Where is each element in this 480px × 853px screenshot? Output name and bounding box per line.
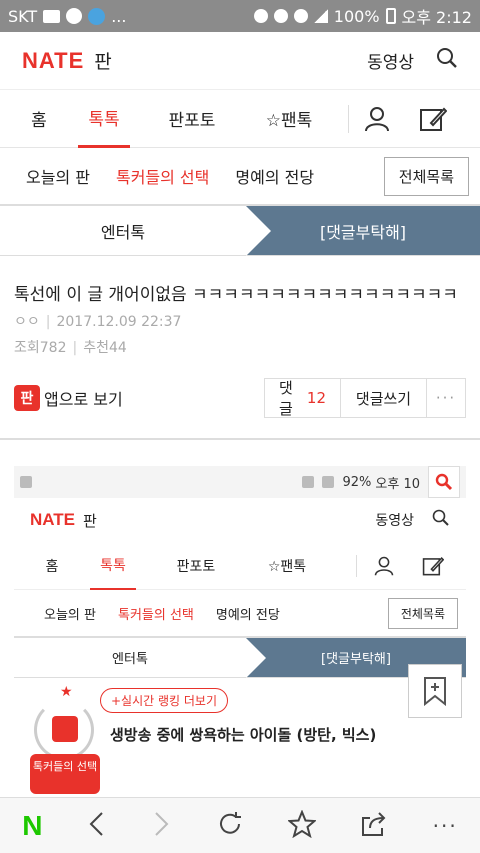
embedded-subtab-hall-of-fame: 명예의 전당 <box>215 607 280 623</box>
embedded-header: NATE 판 동영상 <box>14 498 466 542</box>
write-comment-button[interactable]: 댓글쓰기 <box>341 379 427 417</box>
write-icon[interactable] <box>405 90 461 148</box>
tab-home[interactable]: 홈 <box>0 90 78 148</box>
embedded-status-bar: 92% 오후 10 <box>14 466 466 498</box>
embedded-sub-tabs: 오늘의 판 톡커들의 선택 명예의 전당 전체목록 <box>14 590 466 638</box>
wifi-icon <box>293 9 308 23</box>
embedded-search-icon <box>428 466 460 498</box>
back-arrow-icon[interactable] <box>87 810 107 842</box>
bookmark-add-button[interactable] <box>408 664 462 718</box>
embedded-user-icon <box>357 556 411 576</box>
tab-fantok[interactable]: ☆팬톡 <box>254 90 324 148</box>
embedded-tab-panphoto: 판포토 <box>176 558 216 575</box>
subtab-talkers-choice[interactable]: 톡커들의 선택 <box>116 164 209 188</box>
embedded-pann-label: 판 <box>83 511 97 530</box>
embedded-write-icon <box>411 555 455 577</box>
battery-percent: 100% <box>333 6 380 26</box>
star-bookmark-icon[interactable] <box>286 808 317 842</box>
talk-icon <box>66 8 83 24</box>
nate-logo[interactable]: NATE <box>22 48 84 74</box>
embedded-tab-home: 홈 <box>45 558 59 575</box>
battery-icon <box>385 8 396 24</box>
category-bar: 엔터톡 [댓글부탁해] <box>0 206 480 256</box>
all-list-button[interactable]: 전체목록 <box>383 156 469 196</box>
category-entertalk[interactable]: 엔터톡 <box>0 206 246 255</box>
star-icon: ★ <box>60 684 73 700</box>
sub-tabs: 오늘의 판 톡커들의 선택 명예의 전당 전체목록 <box>0 148 480 206</box>
post-image-screenshot: 92% 오후 10 NATE 판 동영상 홈 톡톡 판포토 ☆팬톡 오늘의 판 … <box>14 466 466 806</box>
realtime-ranking-button: +실시간 랭킹 더보기 <box>100 688 229 713</box>
more-notifications: ... <box>111 6 127 26</box>
signal-icon <box>313 9 328 23</box>
tab-panphoto[interactable]: 판포토 <box>130 90 254 148</box>
thumbs-up-icon <box>52 716 78 742</box>
post-meta: ㅇㅇ | 2017.12.09 22:37 <box>14 314 182 330</box>
ranking-title: 생방송 중에 쌍욕하는 아이돌 (방탄, 빅스) <box>110 726 377 744</box>
more-menu-icon[interactable]: ··· <box>433 814 458 838</box>
app-notification-icon <box>88 7 106 25</box>
embedded-ranking-section: ★ 톡커들의 선택 +실시간 랭킹 더보기 생방송 중에 쌍욕하는 아이돌 (방… <box>14 678 466 798</box>
comment-buttons: 댓글 12 댓글쓰기 ··· <box>264 378 466 418</box>
tab-toktok[interactable]: 톡톡 <box>78 90 130 148</box>
main-tabs: 홈 톡톡 판포토 ☆팬톡 <box>0 90 480 148</box>
embedded-nate-logo: NATE <box>30 510 76 529</box>
video-link[interactable]: 동영상 <box>367 48 414 73</box>
category-comment-please[interactable]: [댓글부탁해] <box>246 206 480 256</box>
embedded-tab-toktok: 톡톡 <box>90 542 136 590</box>
subtab-today[interactable]: 오늘의 판 <box>26 164 90 188</box>
embedded-battery: 92% <box>342 474 372 490</box>
post-actions: 판 앱으로 보기 댓글 12 댓글쓰기 ··· <box>14 378 466 418</box>
post-header: 톡선에 이 글 개어이없음 ㅋㅋㅋㅋㅋㅋㅋㅋㅋㅋㅋㅋㅋㅋㅋㅋㅋ ㅇㅇ | 2017.… <box>14 280 470 357</box>
embedded-tab-fantok: ☆팬톡 <box>267 558 307 575</box>
naver-home-button[interactable]: N <box>22 810 42 842</box>
post-stats: 조회782 | 추천44 <box>14 340 127 356</box>
subtab-hall-of-fame[interactable]: 명예의 전당 <box>235 164 314 188</box>
bookmark-icon <box>424 677 446 706</box>
post-views: 조회782 <box>14 340 67 356</box>
open-in-app-link[interactable]: 앱으로 보기 <box>44 386 123 410</box>
embedded-video-link: 동영상 <box>375 513 414 529</box>
embedded-wifi-icon <box>322 476 335 488</box>
embedded-subtab-talkers-choice: 톡커들의 선택 <box>117 607 194 623</box>
clock: 오후 2:12 <box>401 8 472 27</box>
post-date: 2017.12.09 22:37 <box>56 314 182 330</box>
forward-arrow-icon[interactable] <box>151 810 171 842</box>
comment-label: 댓글 <box>279 379 293 418</box>
post-likes: 추천44 <box>83 340 127 356</box>
search-icon[interactable] <box>436 47 458 74</box>
gallery-icon <box>43 9 61 23</box>
pann-app-icon[interactable]: 판 <box>14 385 40 411</box>
alarm-icon <box>273 9 288 23</box>
embedded-time: 오후 10 <box>375 476 420 492</box>
badge-ribbon: 톡커들의 선택 <box>30 754 100 794</box>
post-author: ㅇㅇ <box>14 314 40 330</box>
embedded-subtab-today: 오늘의 판 <box>44 607 96 623</box>
embedded-notification-icon <box>20 476 32 488</box>
pann-label[interactable]: 판 <box>94 47 111 74</box>
embedded-lock-icon <box>302 476 315 488</box>
embedded-all-list-button: 전체목록 <box>387 597 458 629</box>
embedded-tabs: 홈 톡톡 판포토 ☆팬톡 <box>14 542 466 590</box>
user-icon[interactable] <box>349 90 405 148</box>
browser-bottom-nav: N ··· <box>0 797 480 853</box>
carrier-label: SKT <box>8 6 38 26</box>
post-title: 톡선에 이 글 개어이없음 ㅋㅋㅋㅋㅋㅋㅋㅋㅋㅋㅋㅋㅋㅋㅋㅋㅋ <box>14 285 458 305</box>
comment-count-button[interactable]: 댓글 12 <box>265 379 341 418</box>
app-header: NATE 판 동영상 <box>0 32 480 90</box>
refresh-icon[interactable] <box>216 810 244 842</box>
more-button[interactable]: ··· <box>427 379 465 417</box>
talkers-choice-badge: ★ 톡커들의 선택 <box>26 684 106 794</box>
status-bar: SKT ... 100% 오후 2:12 <box>0 0 480 32</box>
embedded-category-bar: 엔터톡 [댓글부탁해] <box>14 638 466 678</box>
share-icon[interactable] <box>360 810 388 842</box>
comment-count: 12 <box>306 389 326 407</box>
embedded-search-glyph-icon <box>432 509 450 531</box>
section-divider <box>0 438 480 440</box>
embedded-category-entertalk: 엔터톡 <box>112 652 148 667</box>
mute-icon <box>253 9 268 23</box>
